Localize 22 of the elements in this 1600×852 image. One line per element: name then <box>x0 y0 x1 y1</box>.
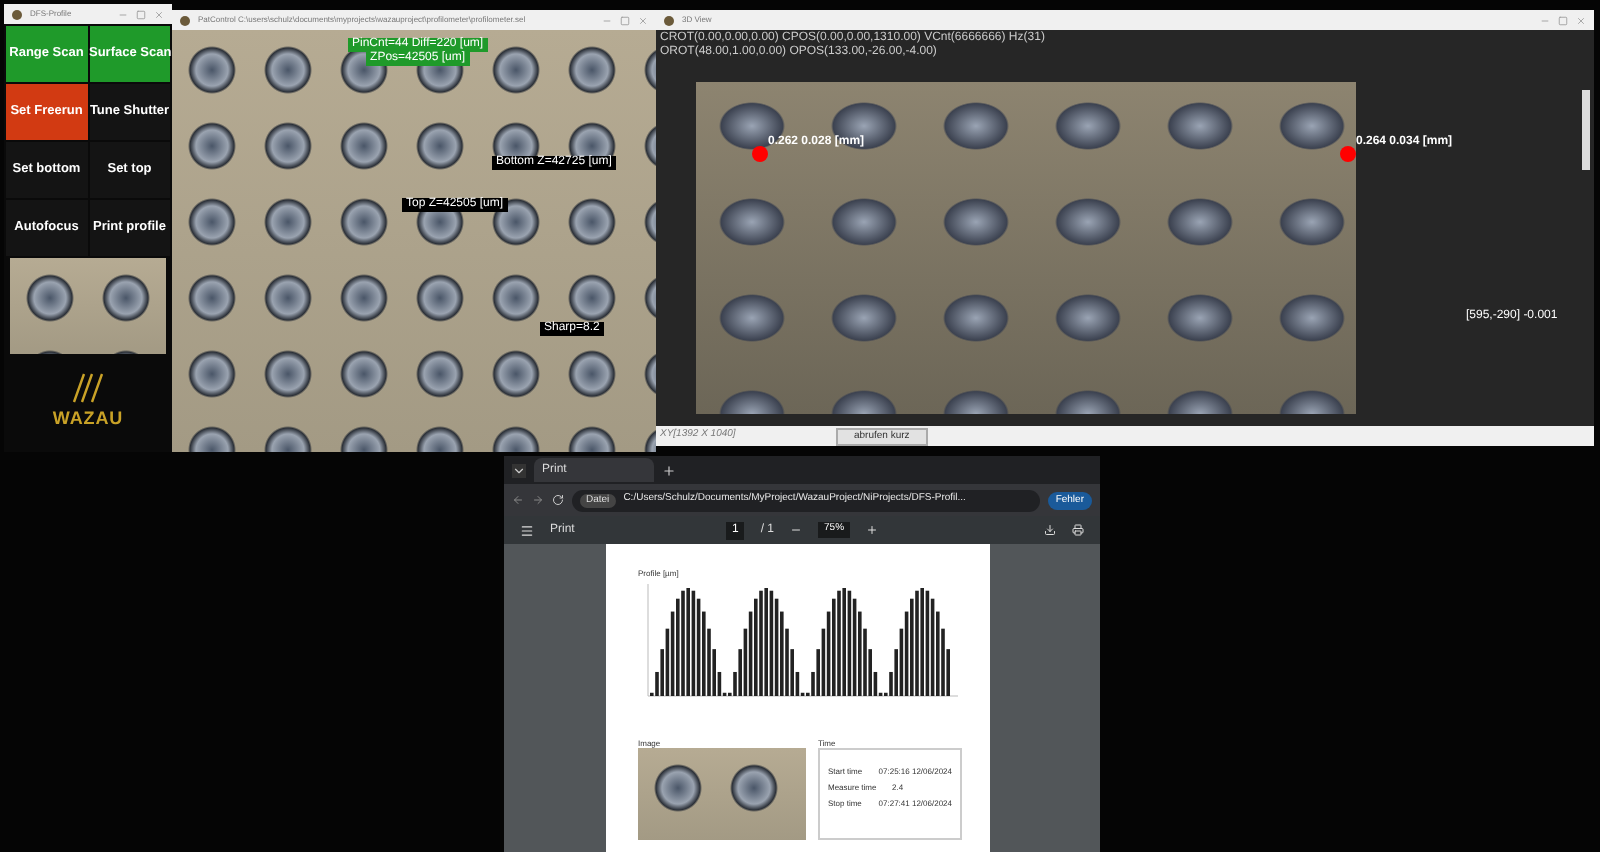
app-icon <box>12 9 22 19</box>
minimize-icon[interactable] <box>602 15 612 25</box>
zoom-out-icon[interactable] <box>790 524 803 536</box>
print-icon[interactable] <box>1072 524 1084 536</box>
minimize-icon[interactable] <box>1540 15 1550 25</box>
maximize-icon[interactable] <box>620 15 630 25</box>
new-tab-icon[interactable] <box>662 463 676 477</box>
reload-icon[interactable] <box>552 494 564 506</box>
logo-icon <box>72 372 104 405</box>
download-icon[interactable] <box>1044 524 1056 536</box>
minimize-icon[interactable] <box>118 9 128 19</box>
app-icon <box>664 15 674 25</box>
app-icon <box>180 15 190 25</box>
maximize-icon[interactable] <box>1558 15 1568 25</box>
logo-text: WAZAU <box>52 406 124 433</box>
forward-icon[interactable] <box>532 494 544 506</box>
maximize-icon[interactable] <box>136 9 146 19</box>
view-scrollbar <box>1582 90 1590 170</box>
zoom-in-icon[interactable] <box>866 524 879 536</box>
menu-icon[interactable] <box>520 523 534 537</box>
tab-menu-icon[interactable] <box>512 463 526 477</box>
back-icon[interactable] <box>512 494 524 506</box>
